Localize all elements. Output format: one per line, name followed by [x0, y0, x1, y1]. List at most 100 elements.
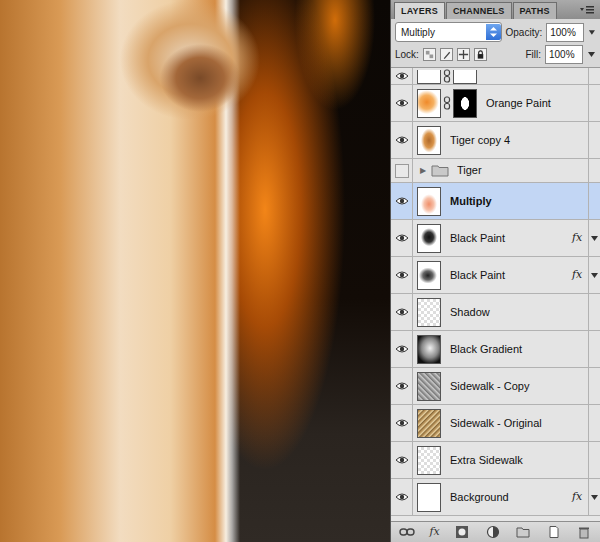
effects-expander[interactable] [588, 183, 600, 219]
chain-icon[interactable] [443, 96, 451, 110]
visibility-toggle[interactable] [391, 368, 413, 404]
layer-name[interactable]: Black Paint [450, 230, 572, 247]
layer-row[interactable]: Sidewalk - Original [391, 405, 600, 442]
toolbar-button[interactable] [515, 525, 531, 539]
layer-name[interactable]: Sidewalk - Copy [450, 378, 572, 395]
layer-name[interactable]: Extra Sidewalk [450, 452, 572, 469]
triangle-icon[interactable] [590, 271, 599, 280]
layer-name[interactable]: Tiger copy 4 [450, 132, 572, 149]
effects-expander[interactable] [588, 442, 600, 478]
toolbar-button[interactable]: fx [429, 525, 439, 539]
triangle-icon[interactable] [590, 493, 599, 502]
trash-icon[interactable] [576, 525, 592, 539]
panel-tab[interactable]: PATHS [513, 2, 557, 19]
effects-badge[interactable]: fx [572, 230, 588, 247]
layer-row[interactable]: Black Paintfx [391, 257, 600, 294]
eye-icon[interactable] [395, 96, 409, 110]
fill-field[interactable]: 100% [545, 45, 583, 64]
effects-expander[interactable] [588, 368, 600, 404]
effects-expander[interactable] [588, 331, 600, 367]
toolbar-button[interactable] [576, 525, 592, 539]
layer-row[interactable]: Extra Sidewalk [391, 442, 600, 479]
link-icon[interactable] [399, 525, 415, 539]
layer-name[interactable]: Orange Paint [486, 95, 572, 112]
panel-menu-icon[interactable] [578, 2, 596, 18]
layer-row[interactable]: Multiply [391, 183, 600, 220]
layer-name[interactable]: Tiger [457, 162, 572, 179]
toolbar-button[interactable] [485, 525, 501, 539]
expand-toggle[interactable]: ▶ [417, 165, 429, 177]
layer-row[interactable] [391, 68, 600, 85]
layer-row[interactable]: Shadow [391, 294, 600, 331]
layer-row[interactable]: Orange Paint [391, 85, 600, 122]
layer-name[interactable]: Black Gradient [450, 341, 572, 358]
dropdown-arrow-icon[interactable] [587, 50, 596, 59]
lock-transparency-icon[interactable] [423, 48, 436, 61]
eye-icon[interactable] [395, 133, 409, 147]
opacity-field[interactable]: 100% [546, 23, 584, 42]
effects-expander[interactable] [588, 122, 600, 158]
adjustment-icon[interactable] [485, 525, 501, 539]
visibility-toggle[interactable] [391, 257, 413, 293]
new-icon[interactable] [546, 525, 562, 539]
effects-expander[interactable] [588, 257, 600, 293]
layer-row[interactable]: ▶ Tiger [391, 159, 600, 183]
chain-icon[interactable] [443, 69, 451, 83]
effects-expander[interactable] [588, 294, 600, 330]
visibility-toggle[interactable] [391, 220, 413, 256]
lock-pixels-icon[interactable] [440, 48, 453, 61]
blend-mode-select[interactable]: Multiply [395, 22, 502, 42]
layer-name[interactable]: Sidewalk - Original [450, 415, 572, 432]
effects-expander[interactable] [588, 68, 600, 84]
layer-name[interactable]: Shadow [450, 304, 572, 321]
visibility-toggle[interactable] [391, 159, 413, 182]
visibility-toggle[interactable] [391, 122, 413, 158]
lock-all-icon[interactable] [474, 48, 487, 61]
eye-icon[interactable] [395, 379, 409, 393]
eye-icon[interactable] [395, 231, 409, 245]
effects-expander[interactable] [588, 85, 600, 121]
eye-icon[interactable] [395, 453, 409, 467]
visibility-toggle[interactable] [391, 294, 413, 330]
visibility-box[interactable] [395, 164, 409, 178]
panel-tab[interactable]: CHANNELS [446, 2, 512, 19]
panel-tab[interactable]: LAYERS [394, 2, 445, 19]
layer-name[interactable]: Multiply [450, 193, 572, 210]
fx-button[interactable]: fx [429, 525, 439, 539]
eye-icon[interactable] [395, 416, 409, 430]
layer-row[interactable]: Black Gradient [391, 331, 600, 368]
layer-row[interactable]: Black Paintfx [391, 220, 600, 257]
visibility-toggle[interactable] [391, 68, 413, 84]
toolbar-button[interactable] [454, 525, 470, 539]
eye-icon[interactable] [395, 305, 409, 319]
layer-name[interactable]: Black Paint [450, 267, 572, 284]
visibility-toggle[interactable] [391, 331, 413, 367]
eye-icon[interactable] [395, 194, 409, 208]
effects-expander[interactable] [588, 159, 600, 182]
visibility-toggle[interactable] [391, 405, 413, 441]
effects-expander[interactable] [588, 405, 600, 441]
effects-expander[interactable] [588, 479, 600, 515]
layer-row[interactable]: Backgroundfx [391, 479, 600, 516]
dropdown-arrow-icon[interactable] [588, 28, 596, 37]
triangle-icon[interactable] [590, 234, 599, 243]
eye-icon[interactable] [395, 490, 409, 504]
effects-badge[interactable]: fx [572, 489, 588, 506]
stepper-icon[interactable] [486, 24, 501, 40]
mask-icon[interactable] [454, 525, 470, 539]
visibility-toggle[interactable] [391, 442, 413, 478]
visibility-toggle[interactable] [391, 479, 413, 515]
visibility-toggle[interactable] [391, 85, 413, 121]
eye-icon[interactable] [395, 342, 409, 356]
lock-position-icon[interactable] [457, 48, 470, 61]
group-icon[interactable] [515, 525, 531, 539]
visibility-toggle[interactable] [391, 183, 413, 219]
eye-icon[interactable] [395, 69, 409, 83]
effects-badge[interactable]: fx [572, 267, 588, 284]
layer-row[interactable]: Sidewalk - Copy [391, 368, 600, 405]
layer-row[interactable]: Tiger copy 4 [391, 122, 600, 159]
layer-name[interactable]: Background [450, 489, 572, 506]
toolbar-button[interactable] [399, 525, 415, 539]
toolbar-button[interactable] [546, 525, 562, 539]
eye-icon[interactable] [395, 268, 409, 282]
